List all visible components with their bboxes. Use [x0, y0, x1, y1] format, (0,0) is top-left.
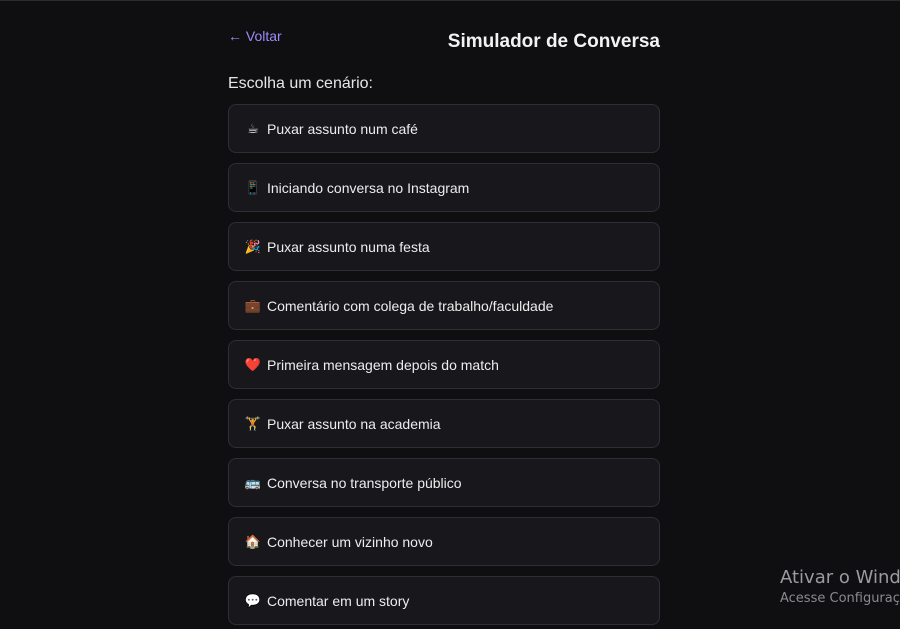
- scenario-item-colega[interactable]: 💼 Comentário com colega de trabalho/facu…: [228, 281, 660, 330]
- main-container: ← Voltar Simulador de Conversa Escolha u…: [228, 1, 660, 625]
- scenario-label: Primeira mensagem depois do match: [267, 356, 499, 373]
- scenario-item-festa[interactable]: 🎉 Puxar assunto numa festa: [228, 222, 660, 271]
- briefcase-icon: 💼: [244, 297, 262, 313]
- scenario-item-academia[interactable]: 🏋 Puxar assunto na academia: [228, 399, 660, 448]
- page: ← Voltar Simulador de Conversa Escolha u…: [0, 0, 900, 629]
- scenario-label: Puxar assunto na academia: [267, 415, 441, 432]
- scenario-label: Comentar em um story: [267, 592, 410, 609]
- scenario-label: Puxar assunto num café: [267, 120, 418, 137]
- heart-icon: ❤️: [244, 356, 262, 372]
- scenario-label: Comentário com colega de trabalho/faculd…: [267, 297, 554, 314]
- scenario-item-cafe[interactable]: ☕ Puxar assunto num café: [228, 104, 660, 153]
- weightlifter-icon: 🏋: [244, 415, 262, 431]
- coffee-icon: ☕: [247, 120, 259, 136]
- watermark-subtitle: Acesse Configuraç: [780, 591, 900, 606]
- scenario-item-story[interactable]: 💬 Comentar em um story: [228, 576, 660, 625]
- scenario-label: Conhecer um vizinho novo: [267, 533, 433, 550]
- house-icon: 🏠: [244, 533, 262, 549]
- watermark-title: Ativar o Wind: [780, 567, 900, 588]
- scenario-item-instagram[interactable]: 📱 Iniciando conversa no Instagram: [228, 163, 660, 212]
- scenario-list: ☕ Puxar assunto num café 📱 Iniciando con…: [228, 104, 660, 629]
- page-title: Simulador de Conversa: [447, 31, 660, 52]
- bus-icon: 🚌: [244, 474, 262, 490]
- scenario-label: Conversa no transporte público: [267, 474, 462, 491]
- back-link[interactable]: ← Voltar: [228, 28, 282, 44]
- scenario-label: Iniciando conversa no Instagram: [267, 179, 470, 196]
- party-icon: 🎉: [244, 238, 262, 254]
- scenario-item-transporte[interactable]: 🚌 Conversa no transporte público: [228, 458, 660, 507]
- scenario-item-vizinho[interactable]: 🏠 Conhecer um vizinho novo: [228, 517, 660, 566]
- header: ← Voltar Simulador de Conversa: [228, 1, 660, 61]
- phone-icon: 📱: [244, 179, 262, 195]
- scenario-item-match[interactable]: ❤️ Primeira mensagem depois do match: [228, 340, 660, 389]
- scenario-label: Puxar assunto numa festa: [267, 238, 430, 255]
- activation-watermark: Ativar o Wind Acesse Configuraç: [780, 567, 900, 606]
- speech-bubble-icon: 💬: [244, 592, 262, 608]
- scenario-prompt: Escolha um cenário:: [228, 75, 373, 92]
